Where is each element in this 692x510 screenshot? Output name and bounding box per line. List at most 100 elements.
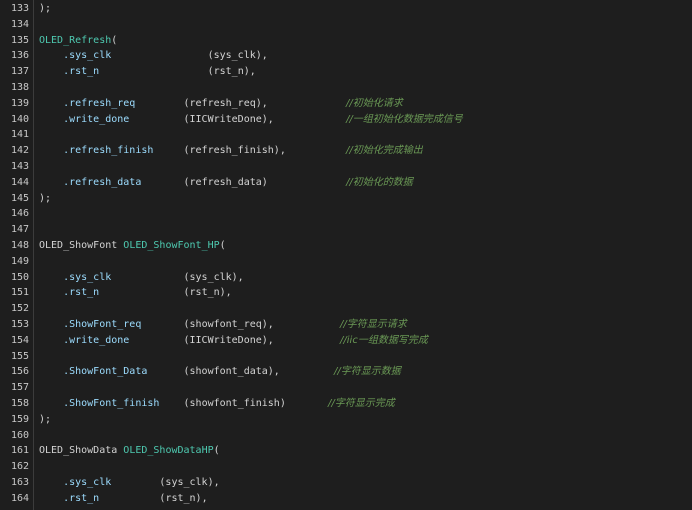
code-line[interactable]: 162 [0,459,692,475]
line-number: 146 [10,208,29,220]
code-comment: //初始化请求 [346,97,403,109]
line-number: 138 [10,82,29,93]
code-line[interactable]: 141 [0,127,692,143]
port-name: .sys_clk [39,50,112,62]
code-line[interactable]: 149 [0,254,692,270]
line-number: 135 [10,34,29,46]
code-token: ); [39,3,52,14]
line-number: 161 [10,445,29,457]
code-line[interactable]: 150 .sys_clk (sys_clk), [0,270,692,286]
port-name: .rst_n [39,287,100,299]
code-token: (IICWriteDone), [129,113,347,125]
code-text: .sys_clk (sys_clk), [39,270,244,286]
code-line[interactable]: 140 .write_done (IICWriteDone), //一组初始化数… [0,112,692,128]
port-name: .sys_clk [39,271,112,283]
line-number: 140 [10,113,29,125]
code-line[interactable]: 156 .ShowFont_Data (showfont_data), //字符… [0,364,692,380]
port-name: .refresh_req [39,97,136,109]
code-line[interactable]: 133); [0,1,692,17]
code-token: (rst_n), [99,492,208,504]
code-line[interactable]: 153 .ShowFont_req (showfont_req), //字符显示… [0,317,692,333]
code-token: OLED_ShowFont [39,240,124,251]
code-token: (refresh_data) [141,176,347,188]
code-text: ); [39,191,51,207]
code-comment: //iic一组数据写完成 [340,334,428,346]
code-line[interactable]: 139 .refresh_req (refresh_req), //初始化请求 [0,96,692,112]
code-line[interactable]: 152 [0,301,692,317]
code-line[interactable]: 137 .rst_n (rst_n), [0,64,692,80]
line-number: 144 [10,176,29,188]
code-editor[interactable]: 133); 134 135 OLED_Refresh(136 .sys_clk (sy… [0,0,692,510]
line-number: 159 [10,413,29,425]
code-line[interactable]: 151 .rst_n (rst_n), [0,285,692,301]
code-text: .refresh_data (refresh_data) //初始化的数据 [39,175,413,191]
code-line[interactable]: 164 .rst_n (rst_n), [0,491,692,507]
code-comment: //字符显示完成 [328,398,395,409]
code-text: .refresh_finish (refresh_finish), //初始化完… [39,143,423,159]
code-line[interactable]: 143 [0,159,692,175]
line-number: 143 [10,161,29,172]
code-line[interactable]: 155 [0,349,692,365]
code-token: (showfont_data), [147,366,335,378]
code-token: (showfont_req), [141,319,341,330]
line-number: 155 [10,350,29,362]
port-name: .ShowFont_Data [39,366,148,378]
port-name: .write_done [39,113,130,125]
code-token: ( [111,34,118,46]
port-name: .write_done [39,334,130,346]
code-line[interactable]: 161 OLED_ShowData OLED_ShowDataHP( [0,443,692,459]
code-line[interactable]: 148 OLED_ShowFont OLED_ShowFont_HP( [0,238,692,254]
code-text: ); [39,412,51,428]
line-number: 137 [10,66,29,78]
code-token: (refresh_req), [135,97,347,109]
code-line[interactable]: 163 .sys_clk (sys_clk), [0,475,692,491]
line-number: 136 [10,50,29,62]
code-line[interactable]: 134 [0,17,692,33]
code-token: ( [213,445,220,457]
line-number: 148 [10,240,29,251]
line-number: 141 [10,129,29,141]
line-number: 163 [10,477,29,488]
code-line[interactable]: 160 [0,428,692,444]
code-line[interactable]: 136 .sys_clk (sys_clk), [0,48,692,64]
code-token: (sys_clk), [111,271,244,283]
code-comment: //初始化的数据 [346,176,413,188]
code-token: (sys_clk), [111,50,268,62]
module-name: OLED_ShowDataHP [123,445,214,457]
port-name: .sys_clk [39,477,112,488]
code-line[interactable]: 158 .ShowFont_finish (showfont_finish) /… [0,396,692,412]
code-comment: //字符显示数据 [334,366,401,378]
port-name: .ShowFont_finish [39,398,160,409]
line-number: 145 [10,192,29,204]
line-number: 150 [10,271,29,283]
code-line[interactable]: 142 .refresh_finish (refresh_finish), //… [0,143,692,159]
code-line[interactable]: 154 .write_done (IICWriteDone), //iic一组数… [0,333,692,349]
code-text: .ShowFont_req (showfont_req), //字符显示请求 [39,317,407,333]
port-name: .refresh_finish [39,145,154,157]
line-number: 156 [10,366,29,378]
code-line[interactable]: 135 OLED_Refresh( [0,33,692,49]
code-line[interactable]: 146 [0,206,692,222]
code-text: OLED_Refresh( [39,33,117,49]
code-text: .write_done (IICWriteDone), //一组初始化数据完成信… [39,112,463,128]
code-line[interactable]: 138 [0,80,692,96]
code-token: (refresh_finish), [153,145,347,157]
code-text: .sys_clk (sys_clk), [39,48,268,64]
port-name: .rst_n [39,66,100,78]
code-comment: //一组初始化数据完成信号 [346,113,463,125]
code-comment: //字符显示请求 [340,319,407,330]
code-line[interactable]: 145); [0,191,692,207]
code-line[interactable]: 144 .refresh_data (refresh_data) //初始化的数… [0,175,692,191]
code-line[interactable]: 159); [0,412,692,428]
line-number: 133 [10,3,29,14]
code-text: .rst_n (rst_n), [39,491,208,507]
line-number: 158 [10,398,29,409]
code-line[interactable]: 157 [0,380,692,396]
code-token: ( [219,240,226,251]
line-number: 134 [10,18,29,30]
code-token: (rst_n), [99,287,232,299]
code-text: .ShowFont_Data (showfont_data), //字符显示数据 [39,364,401,380]
code-text: .rst_n (rst_n), [39,285,232,301]
code-line[interactable]: 147 [0,222,692,238]
port-name: .refresh_data [39,176,142,188]
